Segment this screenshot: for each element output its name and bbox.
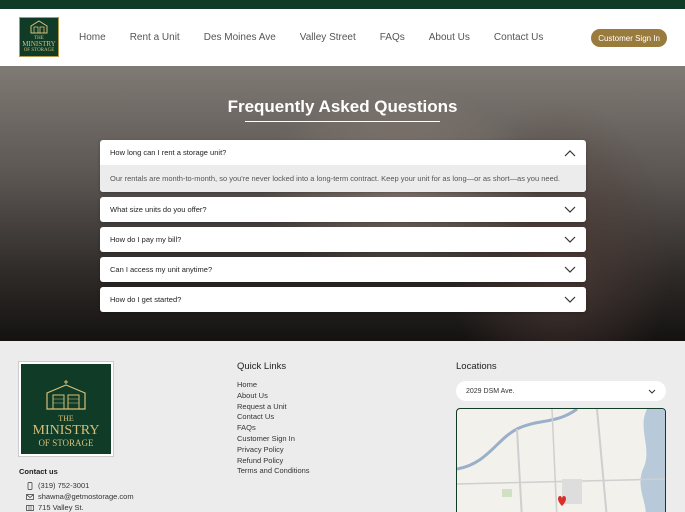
chevron-down-icon <box>564 266 576 273</box>
chevron-down-icon <box>648 389 656 394</box>
nav-rent-a-unit[interactable]: Rent a Unit <box>130 32 180 43</box>
contact-address[interactable]: 715 Valley St. <box>26 503 84 512</box>
footer-logo[interactable]: THE MINISTRY OF STORAGE <box>19 362 113 456</box>
quick-links-list: Home About Us Request a Unit Contact Us … <box>237 380 310 477</box>
chevron-up-icon <box>564 149 576 156</box>
faq-question: How do I pay my bill? <box>110 235 182 244</box>
contact-phone[interactable]: (319) 752-3001 <box>26 481 89 490</box>
contact-title: Contact us <box>19 467 58 476</box>
nav-des-moines-ave[interactable]: Des Moines Ave <box>204 32 276 43</box>
faq-answer: Our rentals are month-to-month, so you'r… <box>100 165 586 192</box>
quick-link-faqs[interactable]: FAQs <box>237 423 310 434</box>
contact-email[interactable]: shawna@getmostorage.com <box>26 492 134 501</box>
faq-question: How do I get started? <box>110 295 182 304</box>
building-icon <box>46 380 86 411</box>
street-address: 715 Valley St. <box>38 503 84 512</box>
phone-icon <box>27 481 33 490</box>
nav-faqs[interactable]: FAQs <box>380 32 405 43</box>
faq-question-toggle[interactable]: How do I get started? <box>100 287 586 312</box>
faq-question: Can I access my unit anytime? <box>110 265 213 274</box>
logo-storage-text: OF STORAGE <box>38 437 94 448</box>
location-map[interactable] <box>456 408 666 512</box>
faq-item: What size units do you offer? <box>100 197 586 222</box>
phone-number: (319) 752-3001 <box>38 481 90 490</box>
top-accent-bar <box>0 0 685 9</box>
quick-link-customer-sign-in[interactable]: Customer Sign In <box>237 434 310 445</box>
page-title: Frequently Asked Questions <box>227 97 458 116</box>
faq-question-toggle[interactable]: How long can I rent a storage unit? <box>100 140 586 165</box>
faq-question-toggle[interactable]: How do I pay my bill? <box>100 227 586 252</box>
faq-item: Can I access my unit anytime? <box>100 257 586 282</box>
nav-contact-us[interactable]: Contact Us <box>494 32 543 43</box>
nav-valley-street[interactable]: Valley Street <box>300 32 356 43</box>
main-nav: Home Rent a Unit Des Moines Ave Valley S… <box>79 9 567 66</box>
faq-item: How long can I rent a storage unit? Our … <box>100 140 586 192</box>
quick-link-terms[interactable]: Terms and Conditions <box>237 466 310 477</box>
faq-hero: Frequently Asked Questions How long can … <box>0 66 685 341</box>
chevron-down-icon <box>564 236 576 243</box>
faq-question-toggle[interactable]: Can I access my unit anytime? <box>100 257 586 282</box>
faq-item: How do I pay my bill? <box>100 227 586 252</box>
quick-link-about-us[interactable]: About Us <box>237 391 310 402</box>
email-icon <box>26 493 34 500</box>
title-underline <box>245 121 440 122</box>
faq-question: What size units do you offer? <box>110 205 207 214</box>
quick-link-refund-policy[interactable]: Refund Policy <box>237 456 310 467</box>
faq-question-toggle[interactable]: What size units do you offer? <box>100 197 586 222</box>
map-graphic <box>457 409 665 512</box>
site-header: THE MINISTRY OF STORAGE Home Rent a Unit… <box>0 9 685 66</box>
building-icon <box>30 20 48 34</box>
chevron-down-icon <box>564 206 576 213</box>
logo-storage-text: OF STORAGE <box>23 48 55 53</box>
quick-link-home[interactable]: Home <box>237 380 310 391</box>
customer-sign-in-button[interactable]: Customer Sign In <box>591 29 667 47</box>
quick-links-title: Quick Links <box>237 361 287 372</box>
nav-about-us[interactable]: About Us <box>429 32 470 43</box>
location-select[interactable]: 2029 DSM Ave. <box>456 381 666 401</box>
faq-question: How long can I rent a storage unit? <box>110 148 227 157</box>
faq-item: How do I get started? <box>100 287 586 312</box>
location-selected-value: 2029 DSM Ave. <box>466 387 515 395</box>
logo-ministry-text: MINISTRY <box>32 422 100 438</box>
email-address: shawna@getmostorage.com <box>38 492 134 501</box>
quick-link-request-unit[interactable]: Request a Unit <box>237 402 310 413</box>
header-logo[interactable]: THE MINISTRY OF STORAGE <box>19 17 59 57</box>
quick-link-privacy-policy[interactable]: Privacy Policy <box>237 445 310 456</box>
logo-ministry-text: MINISTRY <box>22 40 56 48</box>
locations-title: Locations <box>456 361 497 372</box>
chevron-down-icon <box>564 296 576 303</box>
nav-home[interactable]: Home <box>79 32 106 43</box>
map-icon <box>26 504 34 511</box>
quick-link-contact-us[interactable]: Contact Us <box>237 412 310 423</box>
